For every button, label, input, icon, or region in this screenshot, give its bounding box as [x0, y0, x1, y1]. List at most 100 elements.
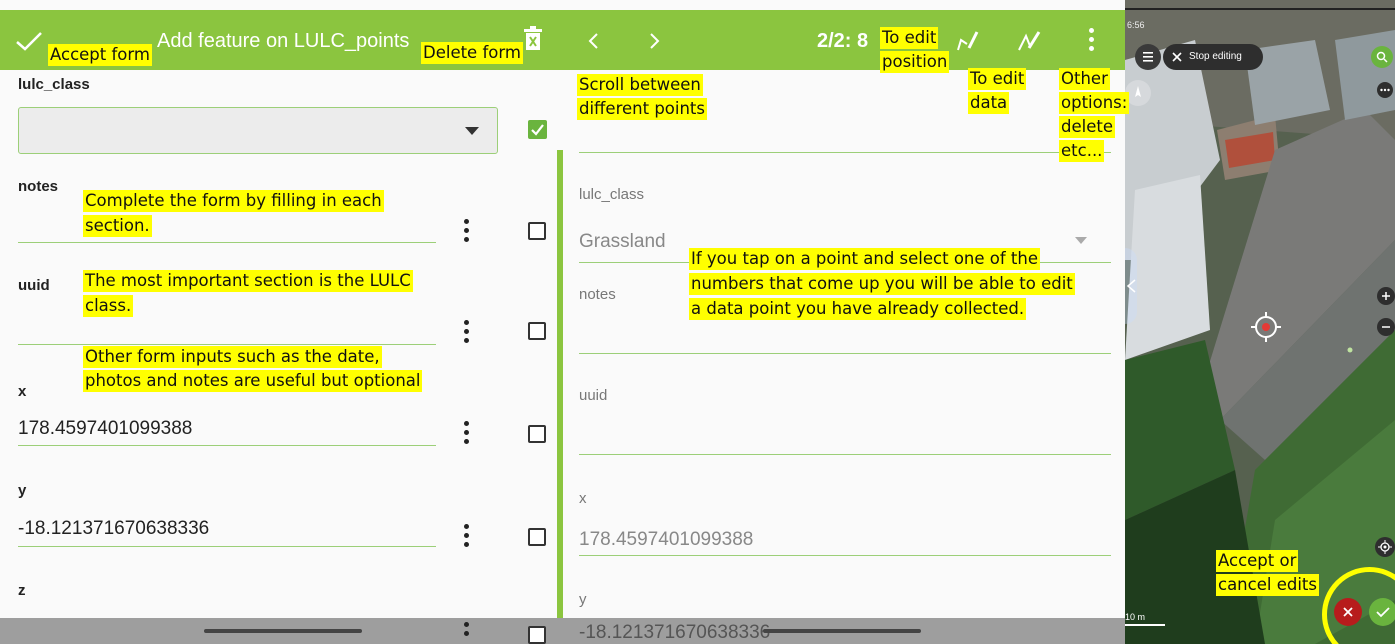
lulc-class-checkbox[interactable]	[528, 120, 547, 139]
notes-checkbox[interactable]	[528, 222, 546, 240]
check-icon[interactable]	[14, 30, 44, 52]
close-icon	[1343, 607, 1353, 617]
annotation-edit-data-line1: To edit	[968, 68, 1027, 90]
x-line	[579, 555, 1111, 556]
y-menu-icon[interactable]	[464, 524, 470, 550]
home-indicator[interactable]	[763, 629, 921, 633]
y-checkbox[interactable]	[528, 528, 546, 546]
y-label: y	[579, 591, 587, 608]
x-menu-icon[interactable]	[464, 421, 470, 447]
notes-label: notes	[579, 286, 616, 303]
x-label: x	[579, 490, 587, 507]
dots-icon	[1380, 88, 1390, 92]
notes-input[interactable]	[18, 242, 436, 243]
x-value[interactable]: 178.4597401099388	[18, 418, 192, 440]
search-button[interactable]	[1371, 46, 1393, 68]
uuid-label: uuid	[579, 387, 608, 404]
annotation-other-options-line1: Other	[1059, 68, 1110, 90]
annotation-other-inputs-line1: Other form inputs such as the date,	[83, 346, 382, 368]
edit-geometry-icon[interactable]	[955, 28, 979, 52]
zoom-in-button[interactable]	[1377, 287, 1395, 305]
arrow-left-icon	[1126, 279, 1136, 293]
feature-counter: 2/2: 8	[817, 30, 869, 52]
z-checkbox[interactable]	[528, 626, 546, 644]
annotation-tap-line2: numbers that come up you will be able to…	[689, 273, 1075, 295]
side-drawer-handle[interactable]	[1125, 248, 1137, 324]
bottom-bar	[0, 618, 563, 644]
annotation-accept-cancel-line1: Accept or	[1216, 550, 1299, 572]
zoom-out-button[interactable]	[1377, 318, 1395, 336]
notes-menu-icon[interactable]	[464, 219, 470, 245]
bottom-bar: -18.121371670638336	[563, 618, 1125, 644]
z-menu-icon[interactable]	[464, 622, 470, 644]
clock: 6:56	[1127, 20, 1145, 30]
add-feature-form-panel: Add feature on LULC_points lulc_class no…	[0, 0, 563, 644]
uuid-label: uuid	[18, 277, 50, 294]
dropdown-arrow-icon	[1075, 237, 1087, 244]
search-icon	[1376, 51, 1388, 63]
annotation-complete-line2: section.	[83, 215, 152, 237]
previous-icon[interactable]	[587, 32, 599, 50]
home-indicator[interactable]	[204, 629, 362, 633]
uuid-menu-icon[interactable]	[464, 320, 470, 346]
x-checkbox[interactable]	[528, 425, 546, 443]
annotation-edit-position-line1: To edit	[880, 27, 939, 49]
gps-locate-button[interactable]	[1375, 537, 1395, 557]
annotation-complete-line1: Complete the form by filling in each	[83, 190, 384, 212]
x-input-line	[18, 445, 436, 446]
annotation-scroll-line1: Scroll between	[577, 74, 703, 96]
scale-bar	[1125, 624, 1165, 626]
browse-feature-panel: 2/2: 8 lulc_class Grassland notes uuid x…	[563, 0, 1125, 644]
delete-icon[interactable]	[522, 26, 544, 52]
next-icon[interactable]	[649, 32, 661, 50]
annotation-delete-form: Delete form	[421, 42, 523, 64]
browse-toolbar: 2/2: 8	[563, 10, 1125, 70]
more-options-button[interactable]	[1377, 82, 1393, 98]
map-panel[interactable]: 6:56 Stop editing 10 m	[1125, 0, 1395, 644]
crosshair-icon	[1251, 312, 1281, 342]
y-value: -18.121371670638336	[579, 622, 771, 643]
cancel-edits-button[interactable]	[1334, 598, 1362, 626]
scale-label: 10 m	[1125, 612, 1146, 622]
lulc-class-dropdown[interactable]	[18, 107, 498, 154]
overflow-menu-icon[interactable]	[1089, 28, 1095, 51]
uuid-input[interactable]	[18, 344, 436, 345]
annotation-other-options-line3: delete	[1059, 116, 1115, 138]
checkmark-icon	[531, 124, 544, 136]
lulc-class-label: lulc_class	[579, 186, 645, 203]
gps-icon	[1378, 540, 1392, 554]
dropdown-arrow-icon	[465, 127, 479, 135]
notes-line	[579, 353, 1111, 354]
x-label: x	[18, 383, 27, 400]
y-input-line	[18, 546, 436, 547]
annotation-tap-line3: a data point you have already collected.	[689, 298, 1027, 320]
main-menu-button[interactable]	[1135, 44, 1161, 70]
status-bar	[1125, 8, 1395, 10]
annotation-important-line2: class.	[83, 295, 134, 317]
uuid-line	[579, 454, 1111, 455]
y-value[interactable]: -18.121371670638336	[18, 518, 209, 540]
edit-attributes-icon[interactable]	[1017, 28, 1041, 52]
check-icon	[1376, 607, 1390, 618]
close-icon	[1172, 52, 1182, 62]
minus-icon	[1382, 326, 1390, 328]
y-label: y	[18, 482, 27, 499]
annotation-edit-position-line2: position	[880, 51, 950, 73]
annotation-other-inputs-line2: photos and notes are useful but optional	[83, 370, 423, 392]
accept-edits-button[interactable]	[1369, 598, 1395, 626]
annotation-other-options-line2: options:	[1059, 92, 1130, 114]
annotation-accept-form: Accept form	[48, 44, 152, 66]
stop-editing-label: Stop editing	[1189, 51, 1242, 62]
hamburger-icon	[1143, 52, 1153, 62]
plus-icon	[1382, 292, 1390, 300]
lulc-class-value[interactable]: Grassland	[579, 231, 666, 253]
stop-editing-button[interactable]: Stop editing	[1163, 44, 1263, 70]
annotation-accept-cancel-line2: cancel edits	[1216, 574, 1319, 596]
annotation-important-line1: The most important section is the LULC	[83, 270, 413, 292]
notes-label: notes	[18, 178, 59, 195]
lulc-class-label: lulc_class	[18, 76, 90, 93]
uuid-checkbox[interactable]	[528, 322, 546, 340]
previous-field-line	[579, 152, 1111, 153]
form-title: Add feature on LULC_points	[157, 30, 410, 52]
annotation-edit-data-line2: data	[968, 92, 1010, 114]
